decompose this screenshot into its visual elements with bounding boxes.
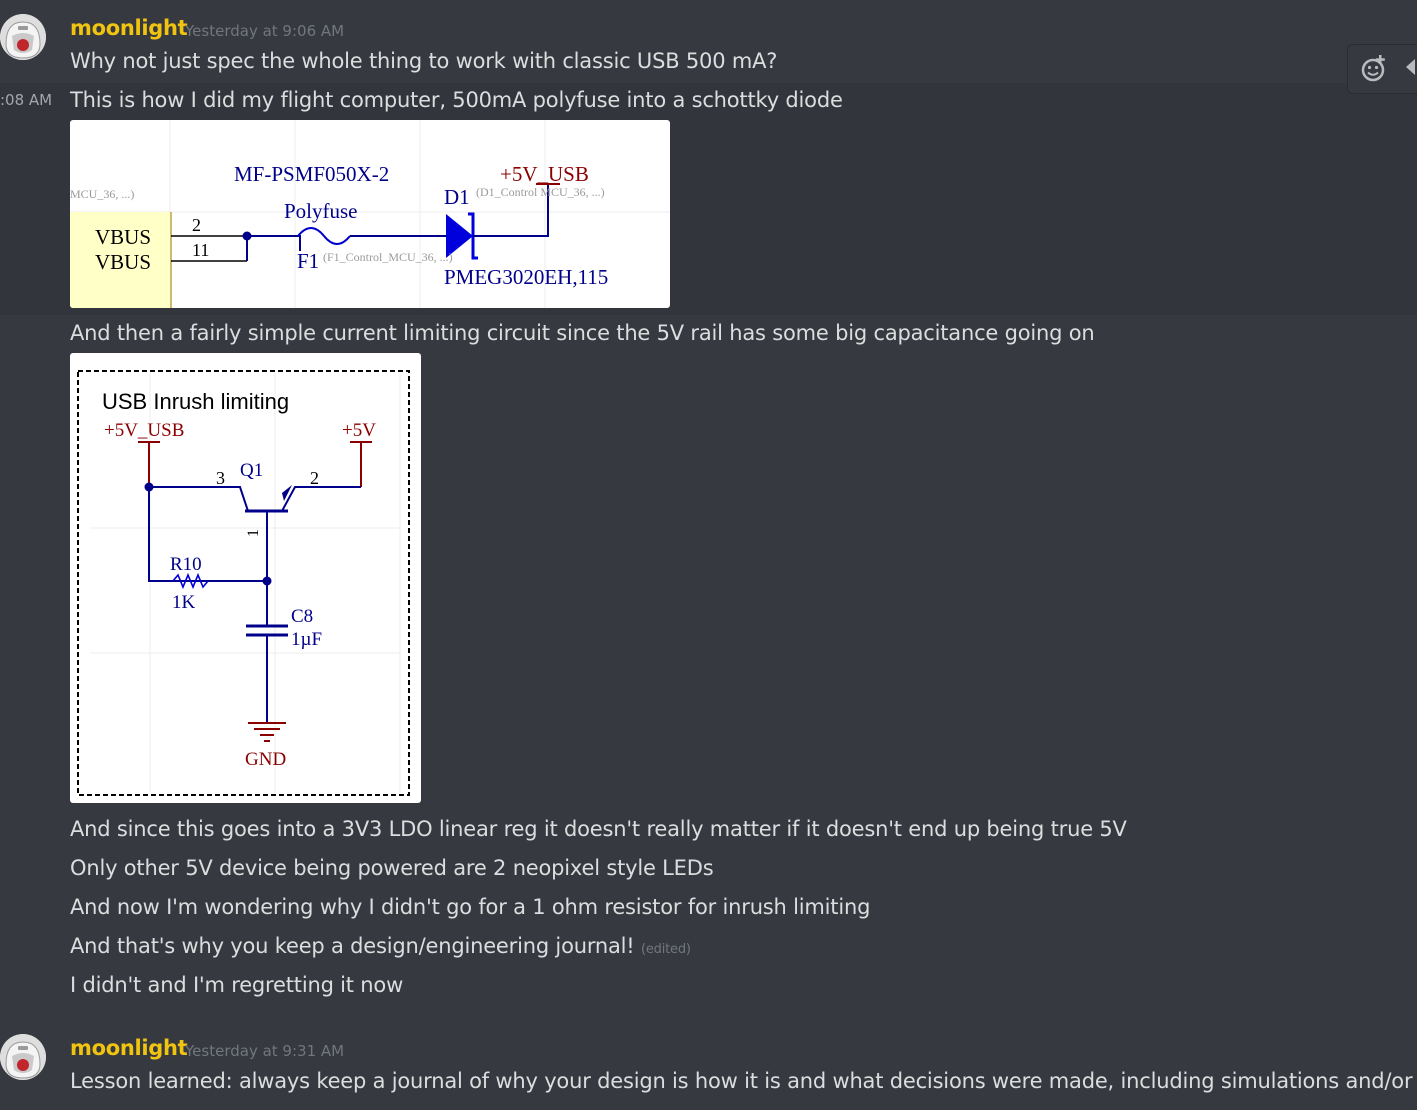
schematic-pin-label: VBUS	[95, 225, 151, 249]
schematic-transistor-ref: Q1	[240, 460, 263, 481]
schematic-pin-number: 2	[310, 468, 319, 488]
attachment-image-schematic-inrush[interactable]: USB Inrush limiting +5V_USB +5V 3 Q1 2 1…	[70, 353, 421, 803]
edited-label: (edited)	[641, 942, 691, 957]
message-text-content: And that's why you keep a design/enginee…	[70, 934, 635, 958]
schematic-pin-label: VBUS	[95, 250, 151, 274]
hover-timestamp: :08 AM	[0, 91, 53, 109]
username[interactable]: moonlight	[70, 16, 188, 40]
schematic-inrush-diagram: USB Inrush limiting +5V_USB +5V 3 Q1 2 1…	[77, 370, 410, 796]
schematic-pin-number: 3	[216, 468, 225, 488]
schematic-capacitor-value: 1µF	[291, 629, 322, 650]
schematic-fuse-ref: F1	[297, 249, 319, 273]
avatar-helmet-icon	[0, 1034, 46, 1080]
schematic-net-label: +5V_USB	[104, 420, 184, 441]
schematic-resistor-ref: R10	[170, 554, 202, 575]
schematic-label: MCU_36, ...)	[70, 187, 134, 201]
schematic-pin-number: 11	[192, 240, 209, 260]
message-text: Only other 5V device being powered are 2…	[70, 856, 714, 880]
schematic-diode-part: PMEG3020EH,115	[444, 265, 608, 289]
message-text: This is how I did my flight computer, 50…	[70, 88, 843, 112]
schematic-polyfuse-diagram: MCU_36, ...) MF-PSMF050X-2 +5V_USB D1 (D…	[70, 120, 670, 308]
schematic-resistor-value: 1K	[172, 592, 196, 613]
message-text: I didn't and I'm regretting it now	[70, 973, 404, 997]
message-text: Lesson learned: always keep a journal of…	[70, 1069, 1413, 1093]
schematic-diode-ref: D1	[444, 185, 470, 209]
schematic-net-label: +5V	[342, 420, 376, 441]
avatar[interactable]	[0, 1034, 46, 1080]
message-text: Why not just spec the whole thing to wor…	[70, 49, 778, 73]
add-reaction-icon[interactable]	[1360, 53, 1390, 87]
schematic-diode-note: (D1_Control MCU_36, ...)	[476, 185, 605, 199]
avatar[interactable]	[0, 14, 46, 60]
schematic-fuse-name: Polyfuse	[284, 199, 358, 223]
avatar-helmet-icon	[0, 14, 46, 60]
message-text: And that's why you keep a design/enginee…	[70, 934, 691, 958]
username[interactable]: moonlight	[70, 1036, 188, 1060]
schematic-pin-number: 1	[245, 529, 262, 537]
schematic-net-label: +5V_USB	[500, 162, 589, 186]
message-timestamp: Yesterday at 9:31 AM	[185, 1042, 345, 1060]
message-toolbar	[1347, 44, 1417, 94]
schematic-gnd-label: GND	[245, 749, 286, 770]
message-text: And now I'm wondering why I didn't go fo…	[70, 895, 871, 919]
message-text: And then a fairly simple current limitin…	[70, 321, 1095, 345]
schematic-title: USB Inrush limiting	[102, 389, 289, 414]
schematic-capacitor-ref: C8	[291, 606, 313, 627]
schematic-part-label: MF-PSMF050X-2	[234, 162, 389, 186]
schematic-pin-number: 2	[192, 215, 201, 235]
message-timestamp: Yesterday at 9:06 AM	[185, 22, 345, 40]
attachment-image-schematic-polyfuse[interactable]: MCU_36, ...) MF-PSMF050X-2 +5V_USB D1 (D…	[70, 120, 670, 308]
more-arrow-icon[interactable]	[1406, 59, 1415, 75]
schematic-fuse-note: (F1_Control_MCU_36, ...)	[323, 250, 453, 264]
message-text: And since this goes into a 3V3 LDO linea…	[70, 817, 1127, 841]
